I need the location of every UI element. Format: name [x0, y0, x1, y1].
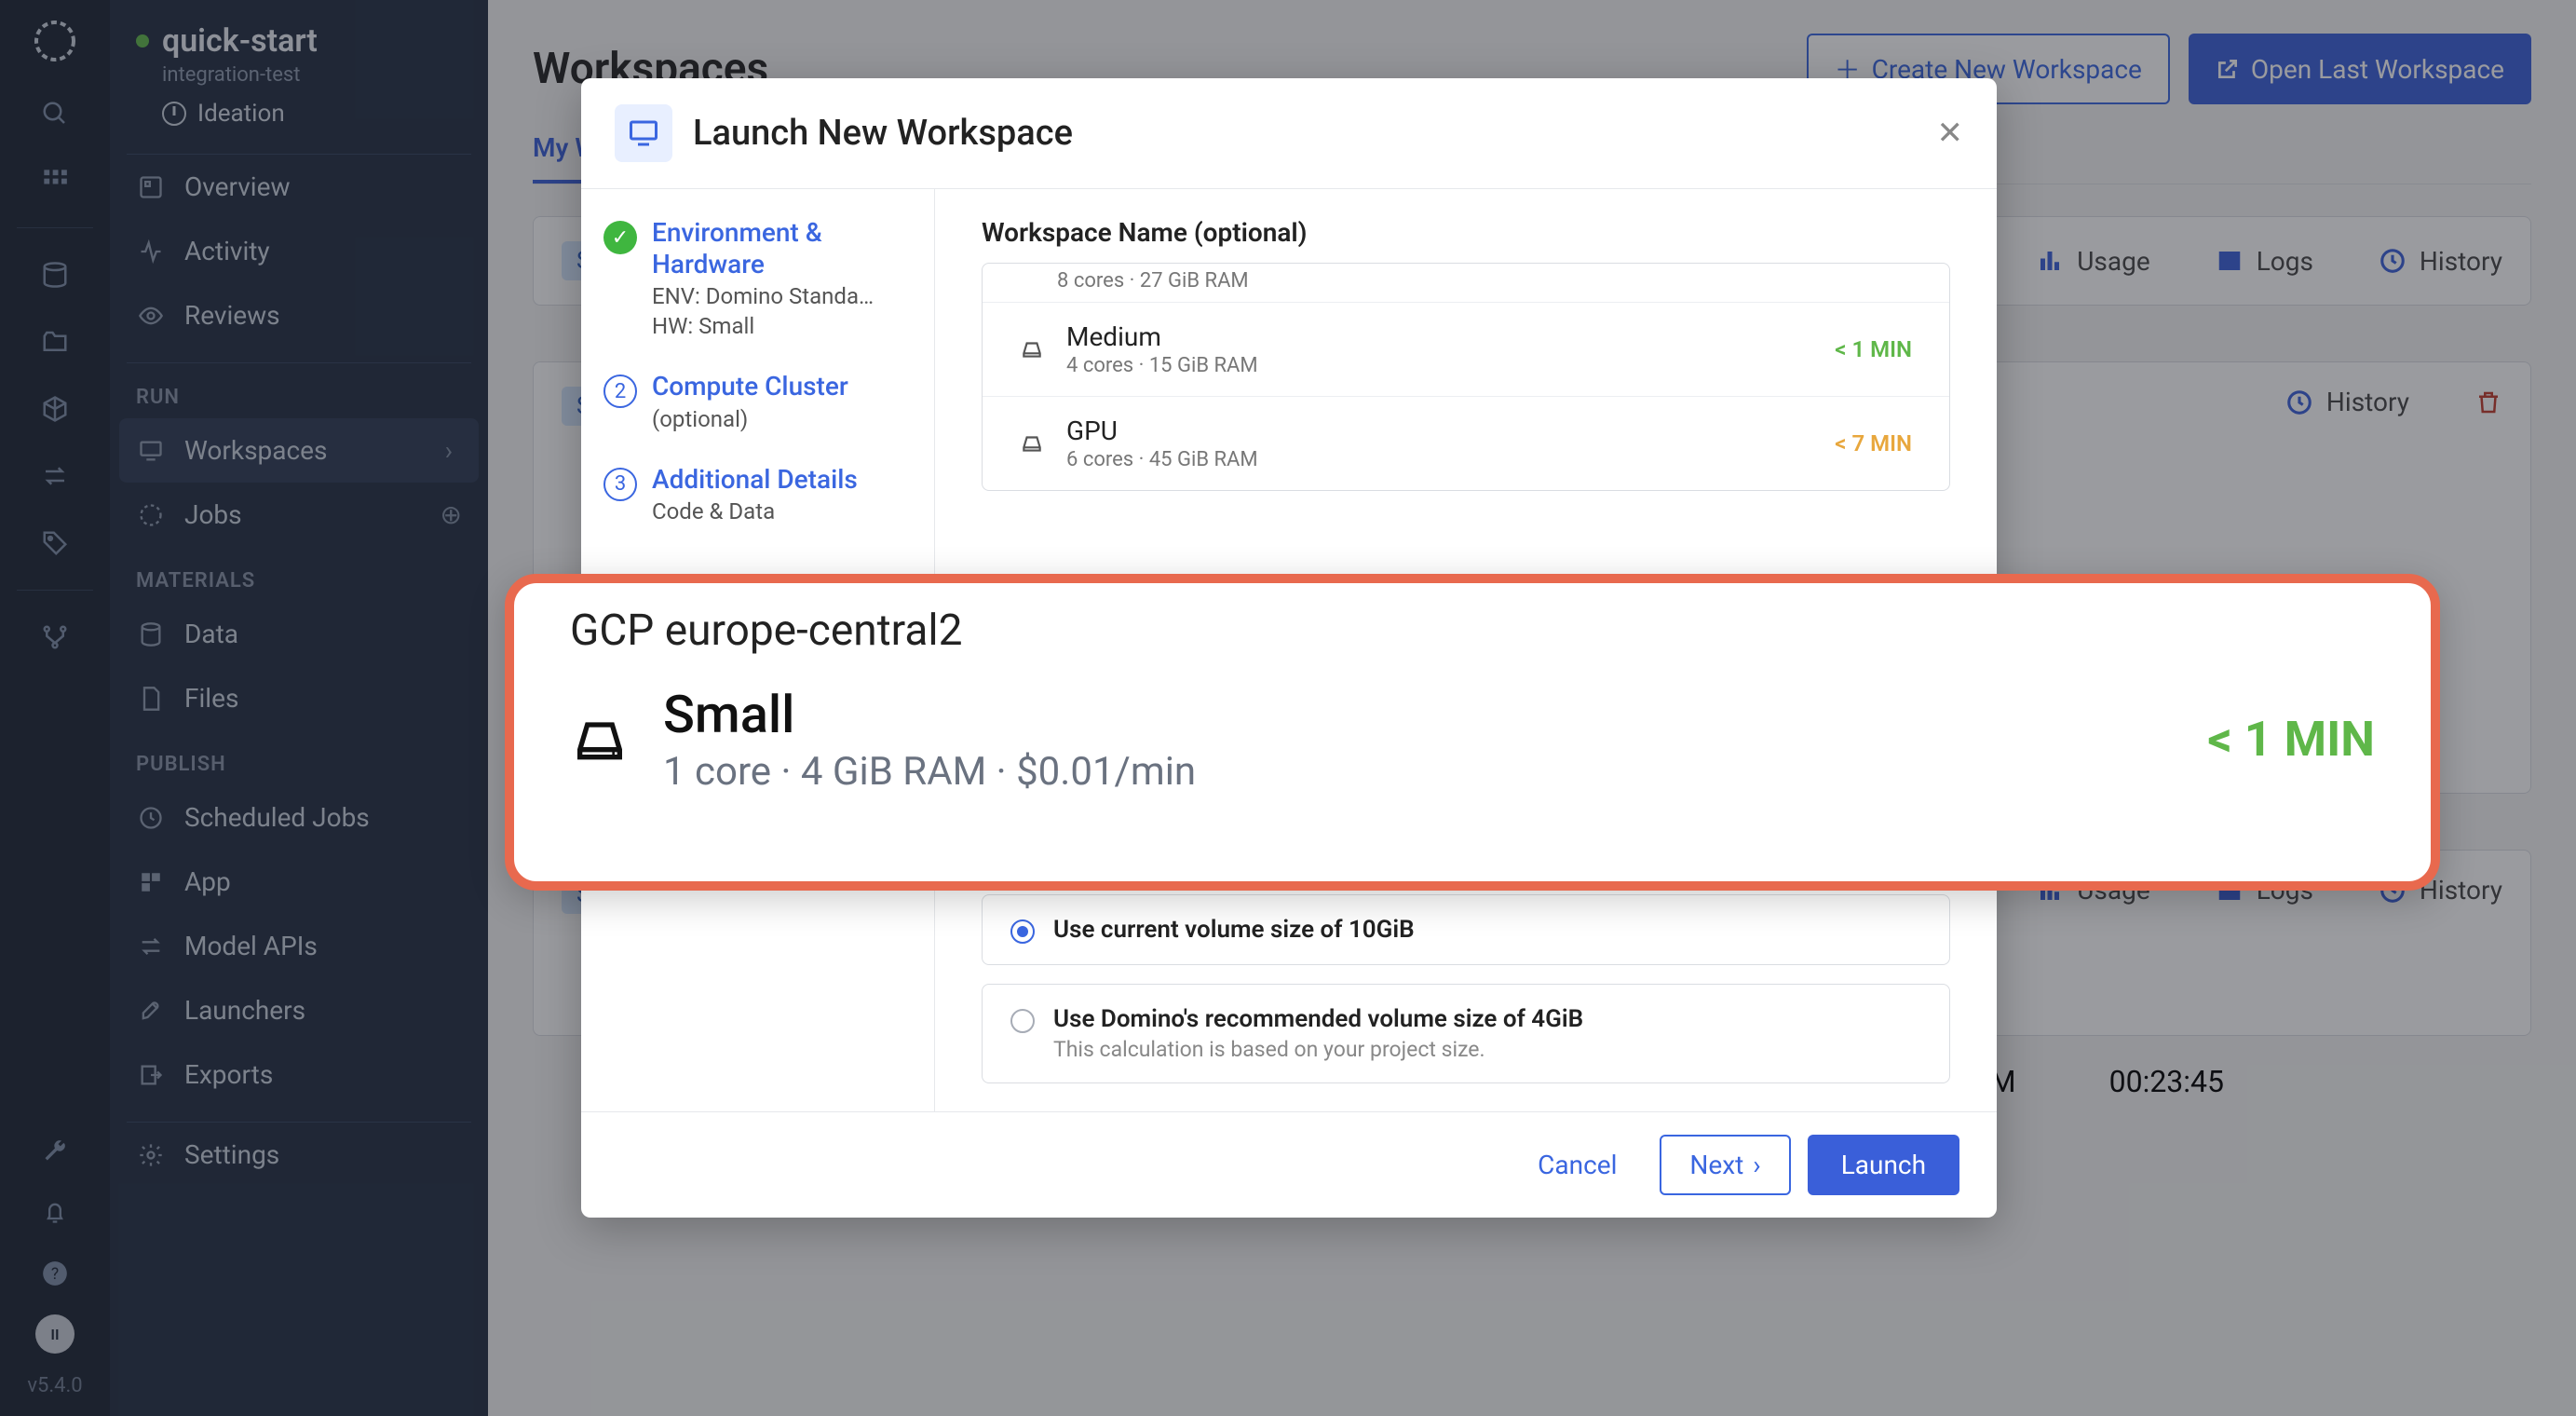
volume-option-current[interactable]: Use current volume size of 10GiB: [982, 894, 1950, 965]
step-title: Environment &Hardware: [652, 217, 874, 279]
step-number: 3: [603, 468, 637, 501]
modal-title: Launch New Workspace: [693, 113, 1073, 154]
hw-spec: 8 cores · 27 GiB RAM: [1057, 269, 1249, 293]
cancel-button[interactable]: Cancel: [1512, 1135, 1643, 1195]
disk-icon: [1020, 431, 1044, 456]
hardware-option-gpu[interactable]: GPU 6 cores · 45 GiB RAM < 7 MIN: [983, 396, 1949, 490]
hardware-option-large[interactable]: ⦿ 8 cores · 27 GiB RAM: [983, 264, 1949, 302]
step-sub: Code & Data: [652, 498, 858, 524]
check-icon: ✓: [603, 221, 637, 254]
hw-eta: < 1 MIN: [1835, 336, 1912, 362]
disk-icon: [570, 710, 630, 769]
callout-eta: < 1 MIN: [2207, 711, 2375, 768]
step-number: 2: [603, 374, 637, 408]
step-title: Additional Details: [652, 464, 858, 496]
radio-label: Use Domino's recommended volume size of …: [1053, 1005, 1583, 1033]
monitor-icon: [615, 104, 672, 162]
hardware-option-medium[interactable]: Medium 4 cores · 15 GiB RAM < 1 MIN: [983, 302, 1949, 396]
hardware-tier-list: ⦿ 8 cores · 27 GiB RAM Medium 4 cores · …: [982, 263, 1950, 491]
callout-hw-spec: 1 core · 4 GiB RAM · $0.01/min: [663, 749, 1196, 795]
radio-icon: [1010, 1009, 1035, 1033]
hw-spec: 6 cores · 45 GiB RAM: [1066, 448, 1258, 471]
hw-name: GPU: [1066, 415, 1258, 446]
callout-hw-name: Small: [663, 684, 1196, 745]
hw-name: Medium: [1066, 321, 1258, 352]
hw-eta: < 7 MIN: [1835, 430, 1912, 456]
step-compute-cluster[interactable]: 2 Compute Cluster (optional): [603, 371, 912, 432]
next-label: Next: [1689, 1150, 1743, 1180]
radio-sub: This calculation is based on your projec…: [1053, 1037, 1583, 1062]
radio-label: Use current volume size of 10GiB: [1053, 916, 1415, 944]
next-button[interactable]: Next ›: [1660, 1135, 1790, 1195]
callout-region: GCP europe-central2: [570, 606, 2375, 656]
workspace-name-label: Workspace Name (optional): [982, 217, 1950, 248]
hardware-callout: GCP europe-central2 Small 1 core · 4 GiB…: [505, 574, 2440, 891]
volume-option-recommended[interactable]: Use Domino's recommended volume size of …: [982, 984, 1950, 1083]
step-environment-hardware[interactable]: ✓ Environment &Hardware ENV: Domino Stan…: [603, 217, 912, 339]
radio-selected-icon: [1010, 919, 1035, 944]
step-sub1: ENV: Domino Standa…: [652, 283, 874, 309]
step-title: Compute Cluster: [652, 371, 848, 402]
launch-button[interactable]: Launch: [1808, 1135, 1959, 1195]
hw-spec: 4 cores · 15 GiB RAM: [1066, 354, 1258, 377]
close-button[interactable]: ✕: [1937, 115, 1964, 152]
step-sub2: HW: Small: [652, 313, 874, 339]
step-sub: (optional): [652, 406, 848, 432]
chevron-right-icon: ›: [1753, 1150, 1760, 1180]
step-additional-details[interactable]: 3 Additional Details Code & Data: [603, 464, 912, 525]
disk-icon: [1020, 337, 1044, 361]
